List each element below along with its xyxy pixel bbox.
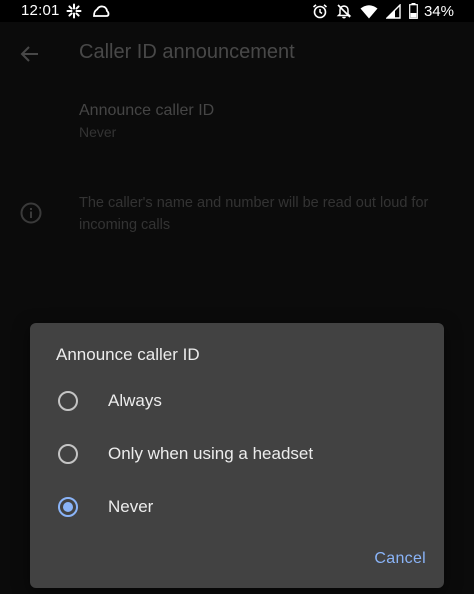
signal-icon (385, 3, 401, 19)
alarm-icon (312, 3, 328, 19)
wifi-icon (360, 4, 378, 19)
cancel-button[interactable]: Cancel (366, 544, 426, 574)
option-label-always: Always (108, 391, 162, 410)
option-label-headset: Only when using a headset (108, 444, 314, 463)
option-label-never: Never (108, 497, 154, 516)
dialog-title: Announce caller ID (56, 345, 200, 364)
slack-icon (66, 3, 82, 19)
announce-caller-id-dialog: Announce caller ID Always Only when usin… (30, 323, 444, 588)
radio-always[interactable] (58, 391, 78, 411)
option-headset[interactable]: Only when using a headset (30, 430, 444, 478)
screen: 12:01 34% Caller ID announcement Announc… (0, 0, 474, 594)
battery-icon (409, 3, 418, 19)
notifications-off-icon (336, 3, 352, 19)
option-always[interactable]: Always (30, 377, 444, 425)
status-time: 12:01 (21, 2, 60, 19)
cloud-icon (92, 4, 110, 18)
status-bar: 12:01 34% (0, 0, 474, 22)
status-left-icons (66, 1, 110, 21)
option-never[interactable]: Never (30, 483, 444, 531)
radio-headset[interactable] (58, 444, 78, 464)
battery-percent: 34% (423, 2, 454, 20)
radio-never[interactable] (58, 497, 78, 517)
radio-selected-dot (63, 502, 73, 512)
status-right-icons: 34% (312, 1, 454, 21)
